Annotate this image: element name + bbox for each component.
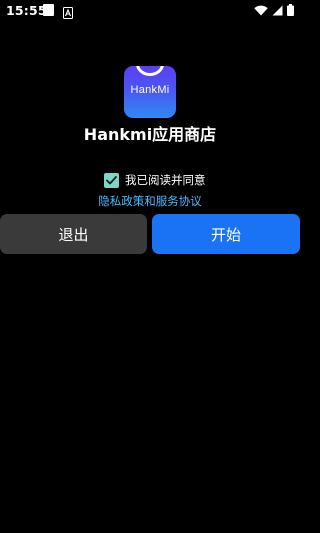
notification-square-icon — [43, 4, 54, 16]
status-time: 15:55 — [6, 3, 47, 18]
app-title: Hankmi应用商店 — [83, 125, 217, 144]
start-button[interactable]: 开始 — [152, 214, 300, 254]
agreement-row[interactable]: 我已阅读并同意 — [104, 171, 206, 189]
app-logo: HankMi — [124, 66, 176, 118]
app-logo-handle — [136, 66, 164, 76]
a-icon — [63, 4, 73, 19]
agreement-label: 我已阅读并同意 — [125, 173, 206, 187]
checkmark-icon — [106, 175, 117, 184]
signal-icon — [272, 5, 283, 16]
screen: 15:55 HankMi Hankmi应用商店 我已阅读并同意 隐私政策和服务协… — [0, 0, 300, 533]
agreement-checkbox[interactable] — [104, 172, 119, 188]
exit-button[interactable]: 退出 — [0, 214, 147, 254]
status-right-icons — [254, 3, 294, 17]
wifi-icon — [254, 5, 268, 16]
battery-icon — [287, 4, 294, 16]
status-bar: 15:55 — [0, 0, 300, 22]
privacy-policy-link[interactable]: 隐私政策和服务协议 — [0, 193, 300, 209]
app-logo-text: HankMi — [130, 84, 170, 96]
